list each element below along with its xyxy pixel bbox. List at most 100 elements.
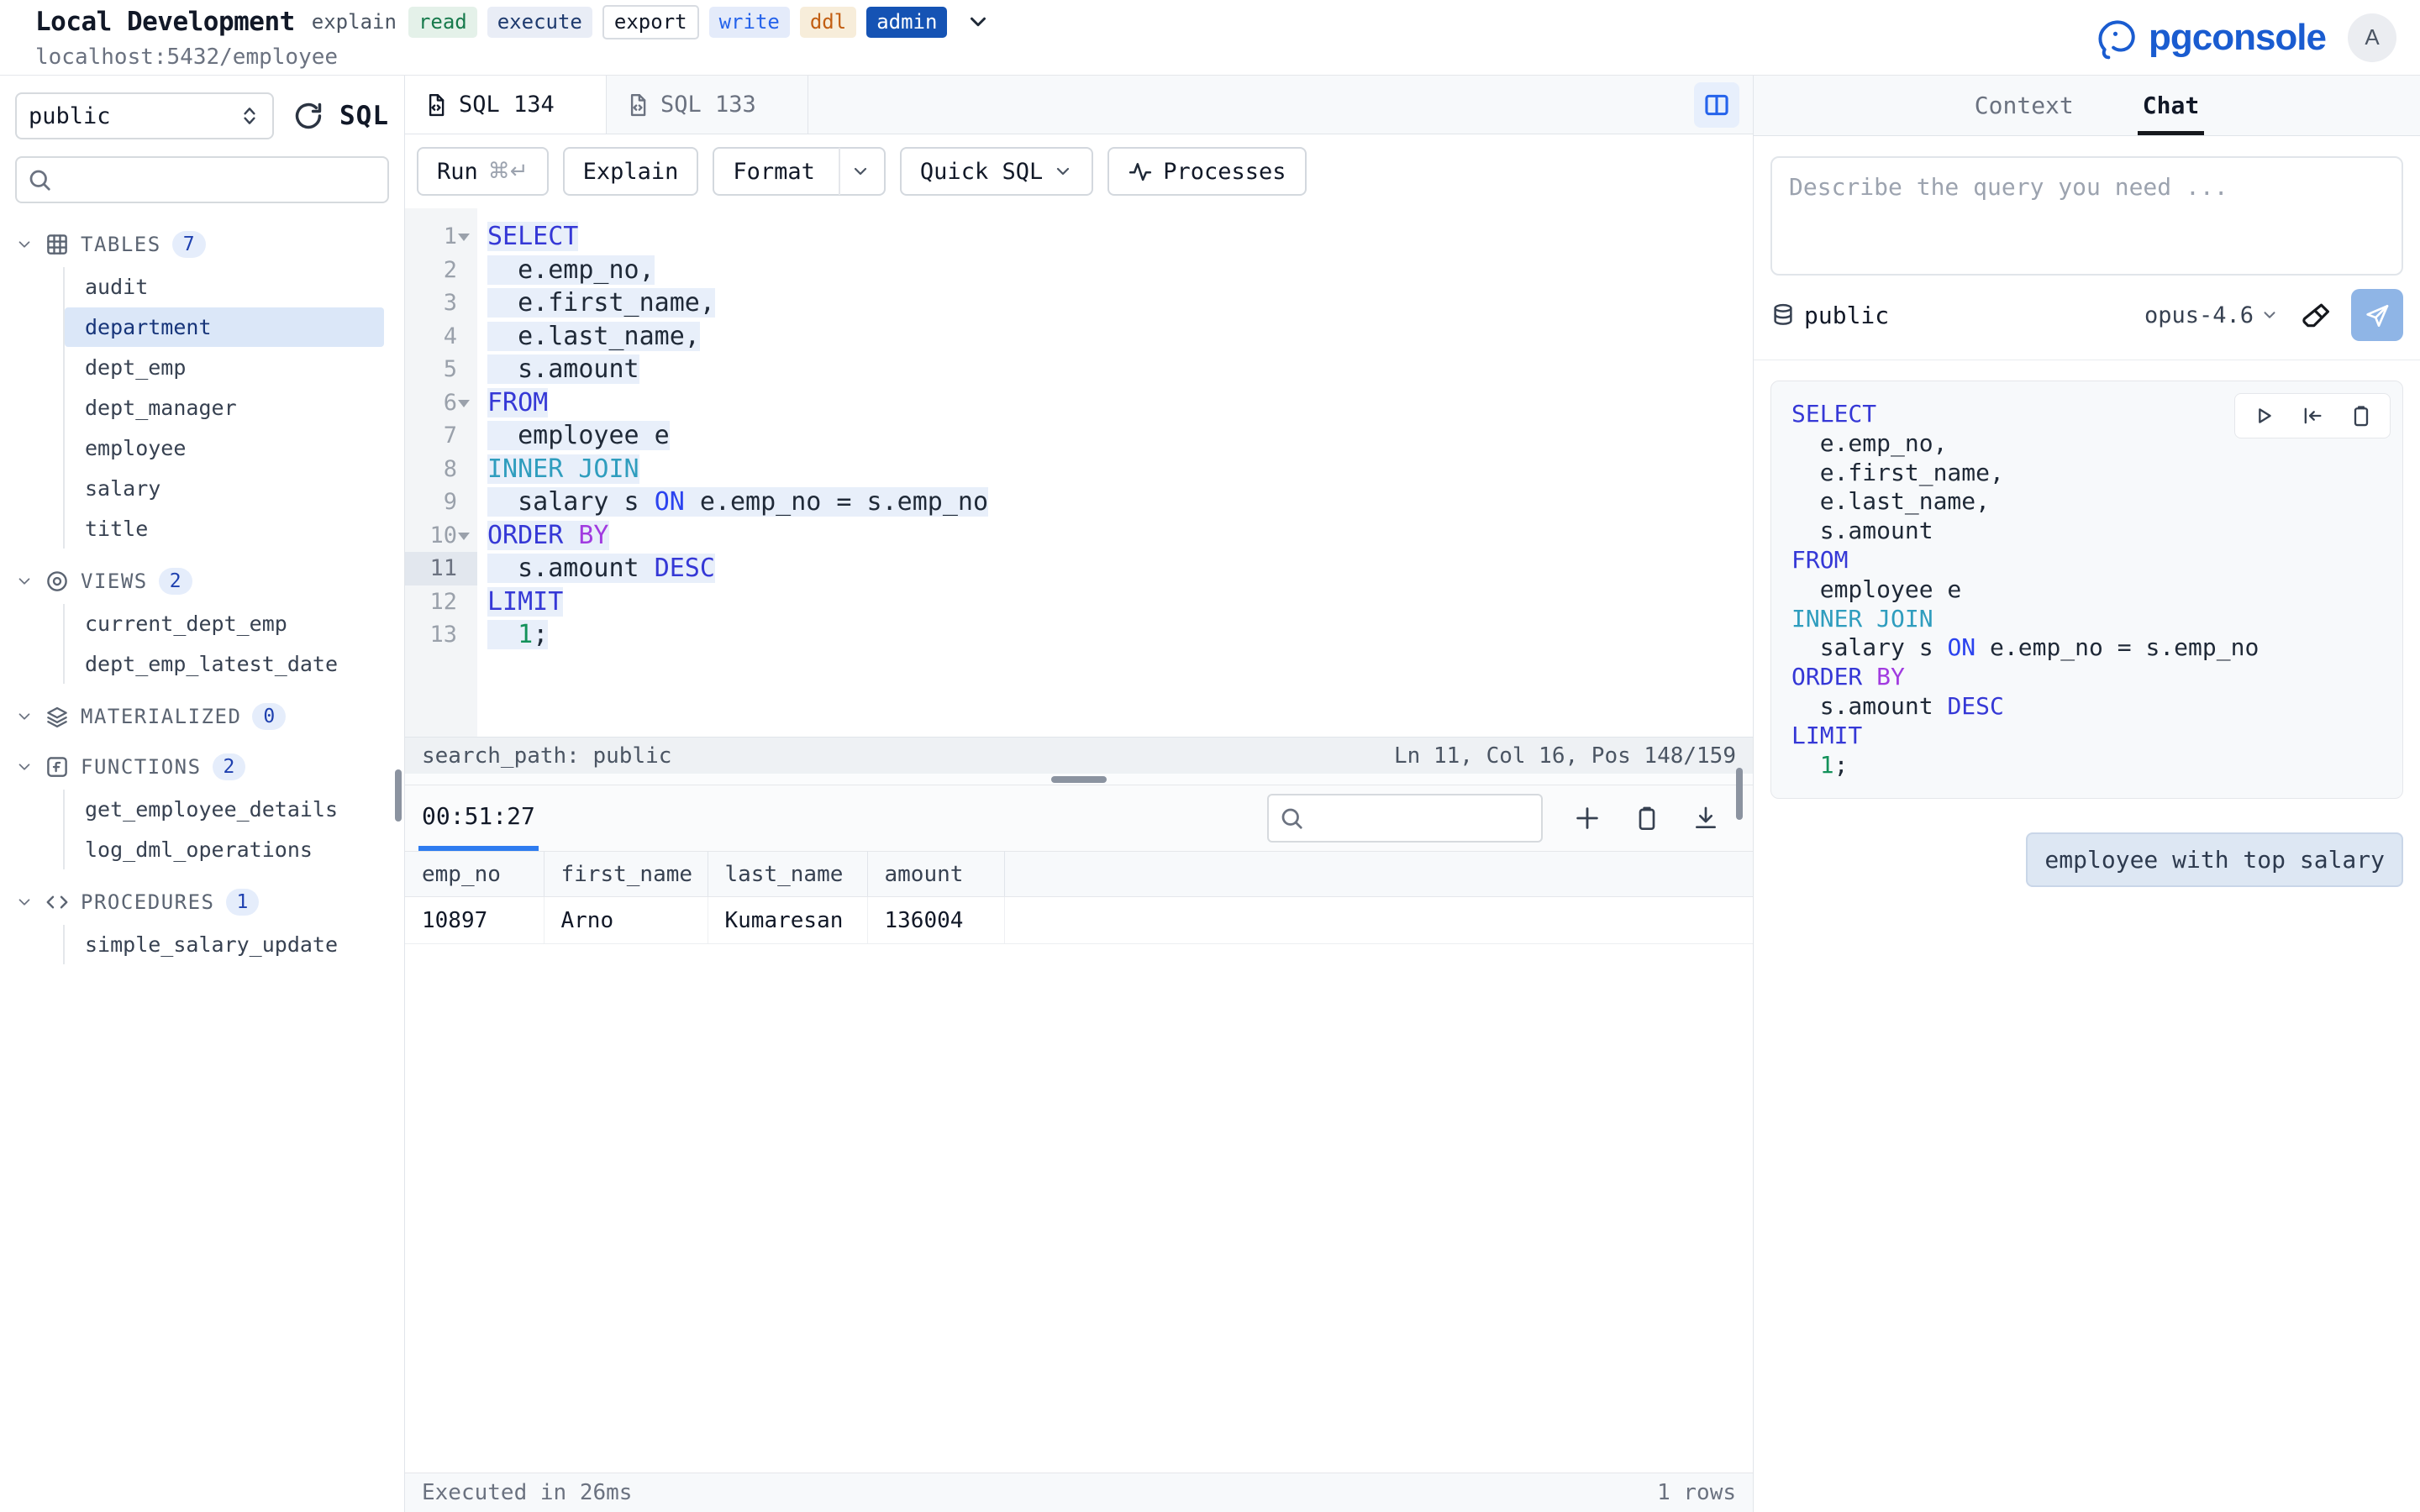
sidebar-search-input[interactable] <box>59 167 377 192</box>
sql-mode-label[interactable]: SQL <box>339 101 389 131</box>
logo-text: pgconsole <box>2149 17 2326 59</box>
code-line-text: LIMIT <box>487 587 563 617</box>
result-timer-tab[interactable]: 00:51:27 <box>418 785 539 851</box>
column-header-first_name[interactable]: first_name <box>544 852 708 897</box>
send-button[interactable] <box>2351 289 2403 341</box>
sidebar-item-salary[interactable]: salary <box>65 469 384 508</box>
editor-tab-sql-133[interactable]: SQL 133 <box>607 76 808 134</box>
processes-button[interactable]: Processes <box>1107 147 1306 196</box>
editor-code[interactable]: SELECT e.emp_no, e.first_name, e.last_na… <box>477 208 1753 737</box>
results-footer: Executed in 26ms 1 rows <box>405 1473 1753 1512</box>
sidebar-resize-handle[interactable] <box>395 769 402 822</box>
send-icon <box>2364 302 2391 328</box>
line-number: 13 <box>429 622 457 648</box>
table-row[interactable]: 10897ArnoKumaresan136004 <box>405 897 1753 944</box>
line-number: 6 <box>444 390 457 416</box>
tab-context[interactable]: Context <box>1970 76 2079 135</box>
fold-caret-icon <box>457 265 471 275</box>
count-badge: 2 <box>159 568 192 595</box>
insert-to-editor-button[interactable] <box>2301 404 2324 428</box>
sidebar-item-title[interactable]: title <box>65 509 384 549</box>
copy-results-button[interactable] <box>1634 805 1660 832</box>
line-number: 12 <box>429 589 457 615</box>
schema-select[interactable]: public <box>15 92 274 139</box>
fold-caret-icon[interactable] <box>457 398 471 407</box>
count-badge: 1 <box>226 889 260 916</box>
fold-caret-icon[interactable] <box>457 232 471 241</box>
resize-handle[interactable] <box>1051 776 1107 783</box>
table-cell: 10897 <box>405 897 544 944</box>
assistant-resize-handle[interactable] <box>1736 768 1743 820</box>
tree-section-header-procedures[interactable]: PROCEDURES1 <box>15 881 389 923</box>
sidebar-item-get_employee_details[interactable]: get_employee_details <box>65 790 384 829</box>
column-header-emp_no[interactable]: emp_no <box>405 852 544 897</box>
tree-section-views: VIEWS2current_dept_empdept_emp_latest_da… <box>15 560 389 684</box>
fold-caret-icon <box>457 298 471 307</box>
chevron-down-icon[interactable] <box>850 161 871 181</box>
sidebar-item-simple_salary_update[interactable]: simple_salary_update <box>65 925 384 964</box>
file-code-icon <box>424 92 449 118</box>
explain-button[interactable]: Explain <box>563 147 699 196</box>
fold-caret-icon[interactable] <box>457 531 471 540</box>
quick-sql-button[interactable]: Quick SQL <box>900 147 1093 196</box>
tree-section-header-tables[interactable]: TABLES7 <box>15 223 389 265</box>
sidebar-item-audit[interactable]: audit <box>65 267 384 307</box>
permission-badge-execute: execute <box>487 7 592 37</box>
sidebar-item-dept_emp_latest_date[interactable]: dept_emp_latest_date <box>65 644 384 684</box>
tree-section-tables: TABLES7auditdepartmentdept_empdept_manag… <box>15 223 389 549</box>
query-description-input[interactable] <box>1770 156 2403 276</box>
clear-chat-button[interactable] <box>2301 299 2333 331</box>
result-timer: 00:51:27 <box>422 802 535 830</box>
column-header-last_name[interactable]: last_name <box>708 852 867 897</box>
copy-sql-button[interactable] <box>2349 404 2373 428</box>
count-badge: 7 <box>172 231 206 258</box>
sidebar-item-dept_manager[interactable]: dept_manager <box>65 388 384 428</box>
processes-label: Processes <box>1163 159 1286 185</box>
code-line-13: 1; <box>487 618 1753 652</box>
tree-section-header-functions[interactable]: FUNCTIONS2 <box>15 746 389 788</box>
run-button-label: Run <box>437 159 478 185</box>
sidebar-item-employee[interactable]: employee <box>65 428 384 468</box>
run-button[interactable]: Run ⌘↵ <box>417 147 549 196</box>
execution-time: Executed in 26ms <box>422 1480 632 1505</box>
table-cell: 136004 <box>867 897 1004 944</box>
add-row-button[interactable] <box>1573 804 1602 832</box>
column-header-amount[interactable]: amount <box>867 852 1004 897</box>
tree-items: current_dept_empdept_emp_latest_date <box>63 604 389 684</box>
fold-caret-icon <box>457 465 471 474</box>
chevron-down-icon <box>1053 161 1073 181</box>
code-line-6: FROM <box>487 386 1753 420</box>
generated-sql-card: SELECT e.emp_no, e.first_name, e.last_na… <box>1770 381 2403 799</box>
avatar[interactable]: A <box>2348 13 2396 62</box>
sidebar-item-log_dml_operations[interactable]: log_dml_operations <box>65 830 384 869</box>
code-line-2: e.emp_no, <box>487 254 1753 287</box>
gutter-line-9: 9 <box>405 486 477 519</box>
sql-editor[interactable]: 12345678910111213 SELECT e.emp_no, e.fir… <box>405 208 1753 737</box>
model-label: opus-4.6 <box>2144 302 2254 328</box>
chevron-down-icon[interactable] <box>965 9 991 34</box>
tree-section-header-views[interactable]: VIEWS2 <box>15 560 389 602</box>
download-results-button[interactable] <box>1692 805 1719 832</box>
sidebar-item-department[interactable]: department <box>65 307 384 347</box>
refresh-schema-button[interactable] <box>292 100 324 132</box>
sidebar-item-dept_emp[interactable]: dept_emp <box>65 348 384 387</box>
split-view-button[interactable] <box>1694 82 1739 128</box>
editor-tab-sql-134[interactable]: SQL 134 <box>405 76 607 134</box>
count-badge: 2 <box>213 753 246 780</box>
sidebar-item-current_dept_emp[interactable]: current_dept_emp <box>65 604 384 643</box>
run-generated-sql-button[interactable] <box>2252 404 2275 428</box>
permission-badges: explainreadexecuteexportwriteddladmin <box>310 5 948 39</box>
tab-chat[interactable]: Chat <box>2138 76 2204 135</box>
model-select[interactable]: opus-4.6 <box>2144 302 2279 328</box>
connection-title: Local Development <box>35 7 295 37</box>
search-path-status: search_path: public <box>422 743 671 769</box>
split-view-icon <box>1702 91 1731 119</box>
gutter-line-12: 12 <box>405 585 477 619</box>
insert-left-icon <box>2301 404 2324 428</box>
tree-section-header-materialized[interactable]: MATERIALIZED0 <box>15 696 389 738</box>
format-button[interactable]: Format <box>713 147 886 196</box>
code-line-12: LIMIT <box>487 585 1753 619</box>
results-search-input[interactable] <box>1311 806 1594 831</box>
gutter-line-10: 10 <box>405 519 477 553</box>
cursor-position-status: Ln 11, Col 16, Pos 148/159 <box>1394 743 1736 769</box>
